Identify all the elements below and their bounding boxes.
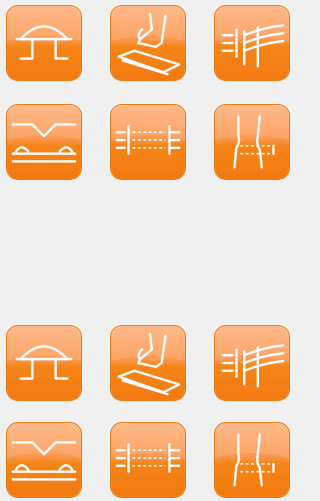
foot-on-board-icon-graphic (111, 326, 185, 400)
bridge-arch-icon-graphic (7, 6, 81, 80)
rail-fence-dashed-icon[interactable] (110, 104, 186, 180)
split-pipe-icon-graphic (215, 423, 289, 497)
wave-curve-icon[interactable] (6, 104, 82, 180)
rail-fence-dashed-icon[interactable] (110, 422, 186, 498)
fence-lines-icon[interactable] (214, 5, 290, 81)
bridge-arch-icon-graphic (7, 326, 81, 400)
rail-fence-dashed-icon-graphic (111, 105, 185, 179)
fence-lines-icon-graphic (215, 6, 289, 80)
bridge-arch-icon[interactable] (6, 325, 82, 401)
wave-curve-icon-graphic (7, 105, 81, 179)
fence-lines-icon-graphic (215, 326, 289, 400)
wave-curve-icon[interactable] (6, 422, 82, 498)
bridge-arch-icon[interactable] (6, 5, 82, 81)
wave-curve-icon-graphic (7, 423, 81, 497)
split-pipe-icon-graphic (215, 105, 289, 179)
fence-lines-icon[interactable] (214, 325, 290, 401)
split-pipe-icon[interactable] (214, 104, 290, 180)
foot-on-board-icon[interactable] (110, 325, 186, 401)
rail-fence-dashed-icon-graphic (111, 423, 185, 497)
split-pipe-icon[interactable] (214, 422, 290, 498)
foot-on-board-icon[interactable] (110, 5, 186, 81)
foot-on-board-icon-graphic (111, 6, 185, 80)
